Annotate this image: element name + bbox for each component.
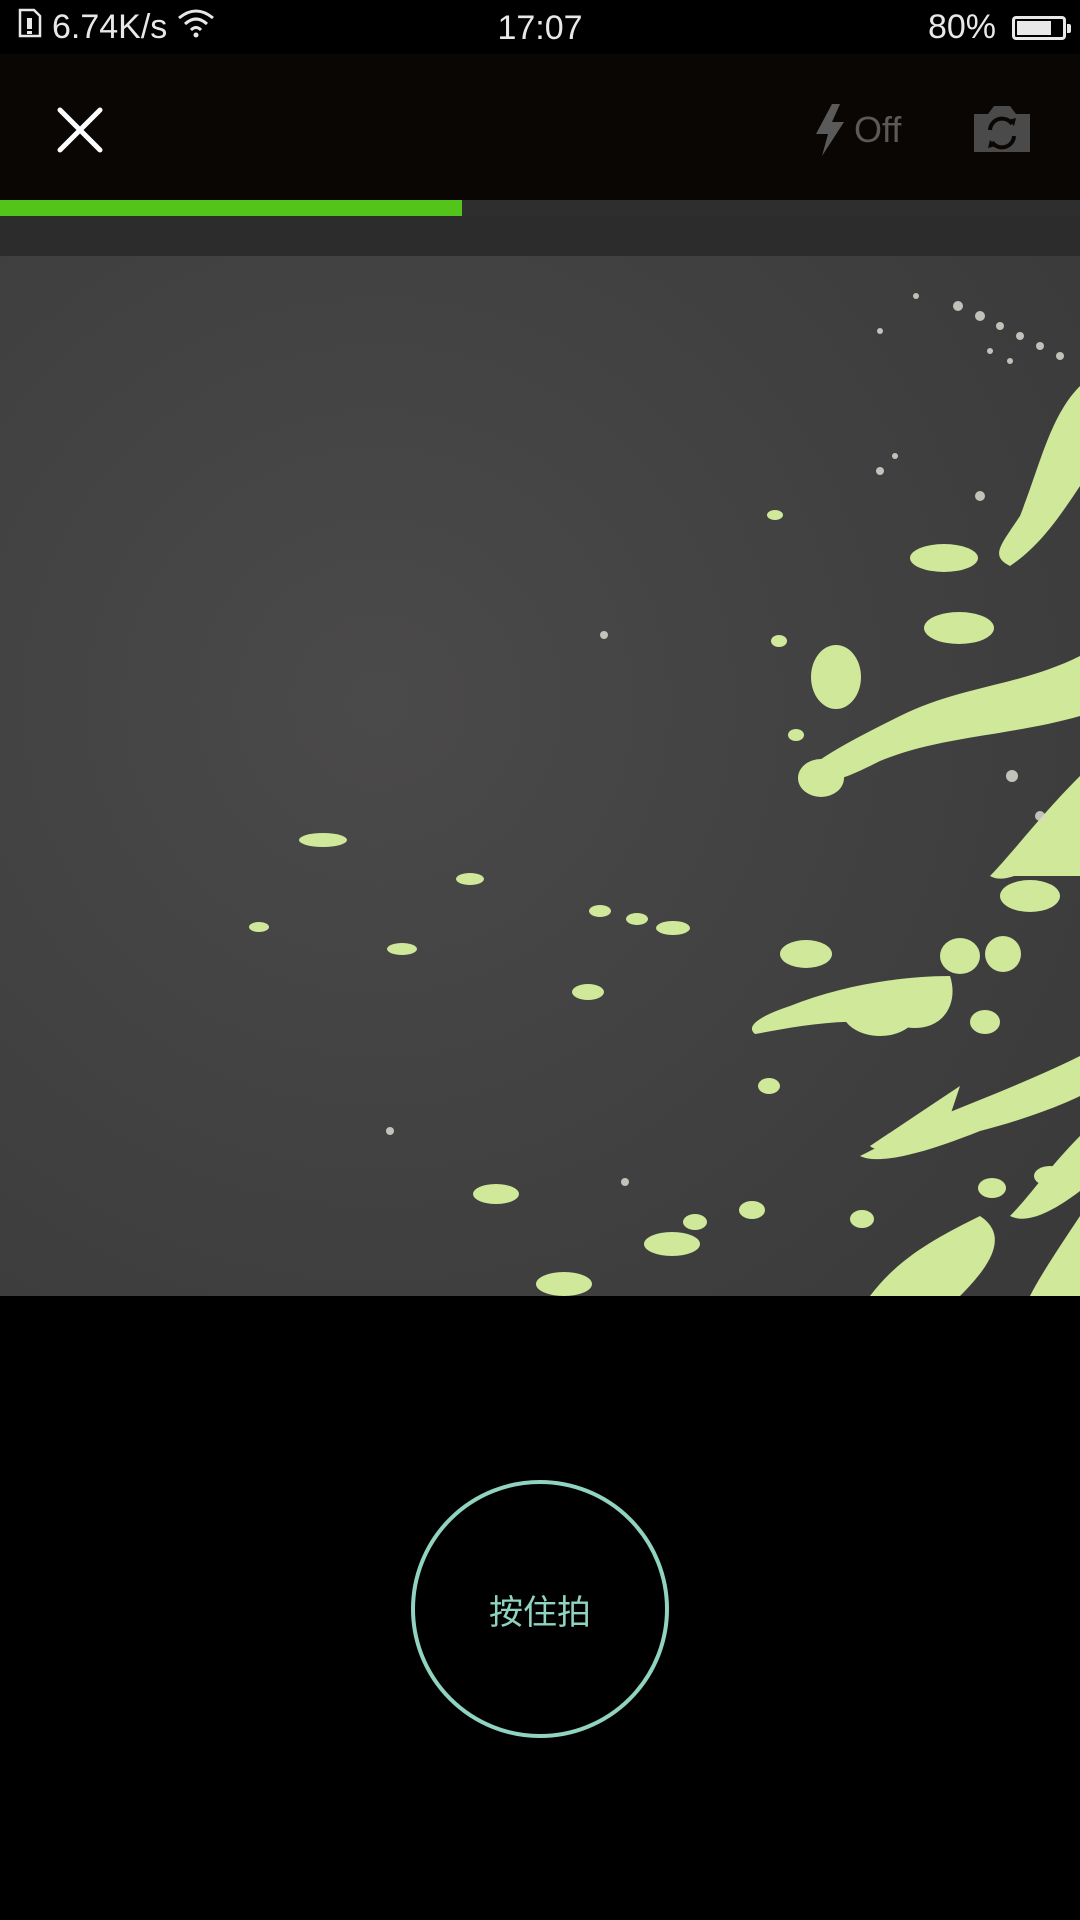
viewfinder-image: [0, 216, 1080, 1296]
close-icon: [57, 107, 103, 153]
flip-camera-button[interactable]: [970, 100, 1034, 156]
flash-icon: [816, 104, 844, 156]
hold-to-capture-button[interactable]: 按住拍: [411, 1480, 669, 1738]
battery-percent: 80%: [927, 8, 996, 46]
battery-icon: [1012, 15, 1071, 40]
close-button[interactable]: [46, 96, 114, 164]
camera-flip-icon: [974, 106, 1030, 152]
camera-toolbar: Off: [0, 54, 1080, 200]
recording-progress-fill: [0, 200, 463, 216]
status-right: 80%: [927, 8, 1071, 47]
battery-level: [1017, 20, 1052, 35]
status-bar: 6.74K/s 17:07 80%: [0, 0, 1080, 54]
flash-state: Off: [854, 109, 902, 150]
camera-preview[interactable]: [0, 216, 1080, 1296]
flash-toggle-button[interactable]: Off: [812, 98, 901, 162]
shutter-label: 按住拍: [489, 1592, 591, 1633]
status-time: 17:07: [497, 9, 583, 47]
capture-panel: 按住拍: [0, 1296, 1080, 1920]
recording-progress-bar: [0, 200, 1080, 216]
